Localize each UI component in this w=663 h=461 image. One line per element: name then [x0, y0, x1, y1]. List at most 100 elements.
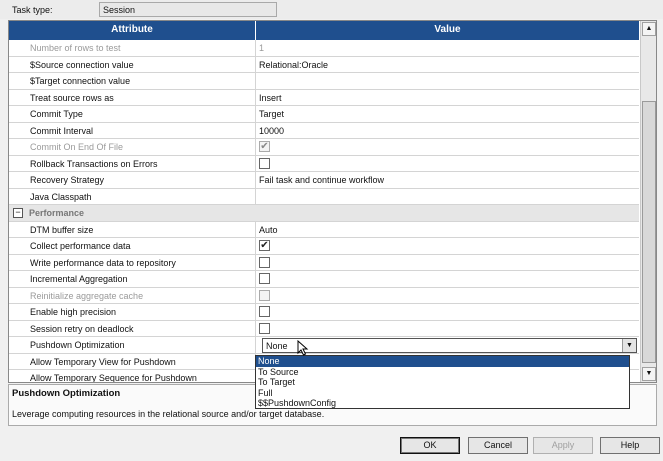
- pushdown-optimization-select[interactable]: None ▼: [262, 338, 637, 353]
- row-gutter: [9, 89, 23, 105]
- dropdown-option[interactable]: To Source: [256, 367, 629, 378]
- row-gutter: [9, 106, 23, 122]
- table-row[interactable]: Java Classpath: [9, 188, 639, 205]
- table-row[interactable]: Commit Type Target: [9, 106, 639, 123]
- check-icon: ✔: [260, 141, 269, 152]
- row-gutter: [9, 188, 23, 204]
- chevron-down-icon[interactable]: ▼: [622, 339, 636, 352]
- row-gutter: [9, 155, 23, 171]
- attribute-value[interactable]: Insert: [259, 93, 282, 103]
- task-type-bar: Task type: Session: [0, 0, 663, 19]
- column-divider: [255, 221, 256, 237]
- column-divider: [255, 122, 256, 138]
- column-divider: [255, 304, 256, 320]
- attribute-name: Incremental Aggregation: [30, 274, 128, 284]
- row-gutter: [9, 254, 23, 270]
- table-row[interactable]: Rollback Transactions on Errors: [9, 155, 639, 172]
- attribute-value[interactable]: Target: [259, 109, 284, 119]
- pushdown-options-dropdown[interactable]: None To Source To Target Full $$PushdownConf…: [255, 355, 630, 409]
- row-gutter: [9, 370, 23, 382]
- column-divider: [255, 320, 256, 336]
- checkbox[interactable]: [259, 256, 270, 268]
- row-gutter: [9, 238, 23, 254]
- attribute-name: Collect performance data: [30, 241, 131, 251]
- attribute-value[interactable]: 1: [259, 43, 264, 53]
- attribute-value[interactable]: Fail task and continue workflow: [259, 175, 384, 185]
- attribute-column-header: Attribute: [111, 24, 153, 35]
- column-divider: [255, 155, 256, 171]
- checkbox[interactable]: [259, 322, 270, 334]
- cancel-button[interactable]: Cancel: [468, 437, 528, 454]
- column-divider: [255, 40, 256, 56]
- checkbox[interactable]: [259, 306, 270, 317]
- column-divider: [255, 89, 256, 105]
- row-gutter: [9, 287, 23, 303]
- checkbox[interactable]: ✔: [259, 240, 270, 251]
- vertical-scrollbar[interactable]: ▲ ▼: [640, 21, 656, 382]
- row-gutter: [9, 337, 23, 353]
- table-row[interactable]: Number of rows to test 1: [9, 40, 639, 57]
- apply-button[interactable]: Apply: [533, 437, 593, 454]
- table-row[interactable]: Commit Interval 10000: [9, 122, 639, 139]
- table-row[interactable]: DTM buffer size Auto: [9, 221, 639, 238]
- table-row[interactable]: $Source connection value Relational:Oracl…: [9, 56, 639, 73]
- attribute-name: $Target connection value: [30, 76, 131, 86]
- ok-button[interactable]: OK: [400, 437, 460, 454]
- attribute-name: Treat source rows as: [30, 92, 114, 103]
- column-divider: [255, 238, 256, 254]
- attribute-value[interactable]: Auto: [259, 225, 278, 235]
- row-gutter: [9, 221, 23, 237]
- attribute-name: Commit On End Of File: [30, 142, 124, 152]
- table-row[interactable]: Commit On End Of File ✔: [9, 139, 639, 156]
- properties-grid-frame: Attribute Value Number of rows to test 1 $…: [8, 20, 657, 383]
- row-gutter: [9, 73, 23, 89]
- column-divider: [255, 172, 256, 188]
- dropdown-option[interactable]: None: [256, 356, 629, 367]
- scroll-up-icon[interactable]: ▲: [642, 22, 656, 36]
- attribute-name: Session retry on deadlock: [30, 323, 134, 334]
- table-row[interactable]: Reinitialize aggregate cache: [9, 287, 639, 304]
- table-row[interactable]: Treat source rows as Insert: [9, 89, 639, 106]
- table-row[interactable]: Enable high precision: [9, 304, 639, 321]
- row-gutter: [9, 122, 23, 138]
- section-row[interactable]: − Performance: [9, 205, 639, 222]
- table-row[interactable]: Collect performance data ✔: [9, 238, 639, 255]
- column-divider: [255, 188, 256, 204]
- table-row[interactable]: Incremental Aggregation: [9, 271, 639, 288]
- table-row[interactable]: Write performance data to repository: [9, 254, 639, 271]
- attribute-name: Allow Temporary Sequence for Pushdown: [30, 373, 197, 382]
- column-divider: [255, 106, 256, 122]
- task-type-value: Session: [99, 2, 277, 17]
- mouse-cursor-icon: [297, 340, 309, 356]
- attribute-name: $Source connection value: [30, 59, 134, 70]
- scroll-down-icon[interactable]: ▼: [642, 367, 656, 381]
- description-title: Pushdown Optimization: [12, 388, 121, 399]
- collapse-icon[interactable]: −: [13, 208, 23, 218]
- row-gutter: [9, 271, 23, 287]
- attribute-value[interactable]: 10000: [259, 126, 284, 136]
- row-gutter: [9, 56, 23, 72]
- attribute-name: DTM buffer size: [30, 224, 94, 235]
- dropdown-option[interactable]: To Target: [256, 377, 629, 388]
- value-column-header: Value: [255, 21, 639, 40]
- dropdown-option[interactable]: $$PushdownConfig: [256, 398, 629, 409]
- scroll-thumb[interactable]: [642, 101, 656, 363]
- attribute-name: Java Classpath: [30, 191, 92, 202]
- attribute-name: Write performance data to repository: [30, 257, 176, 268]
- table-row[interactable]: Recovery Strategy Fail task and continue …: [9, 172, 639, 189]
- table-row[interactable]: $Target connection value: [9, 73, 639, 90]
- column-divider: [255, 73, 256, 89]
- table-row[interactable]: Pushdown Optimization None ▼: [9, 337, 639, 354]
- checkbox[interactable]: [259, 157, 270, 169]
- task-type-label: Task type:: [12, 5, 53, 15]
- checkbox[interactable]: ✔: [259, 141, 270, 152]
- checkbox[interactable]: [259, 289, 270, 301]
- attribute-name: Allow Temporary View for Pushdown: [30, 356, 176, 367]
- dropdown-option[interactable]: Full: [256, 388, 629, 399]
- table-row[interactable]: Session retry on deadlock: [9, 320, 639, 337]
- checkbox[interactable]: [259, 273, 270, 284]
- attribute-name: Pushdown Optimization: [30, 340, 125, 350]
- attribute-name: Enable high precision: [30, 307, 117, 317]
- attribute-value[interactable]: Relational:Oracle: [259, 60, 328, 70]
- help-button[interactable]: Help: [600, 437, 660, 454]
